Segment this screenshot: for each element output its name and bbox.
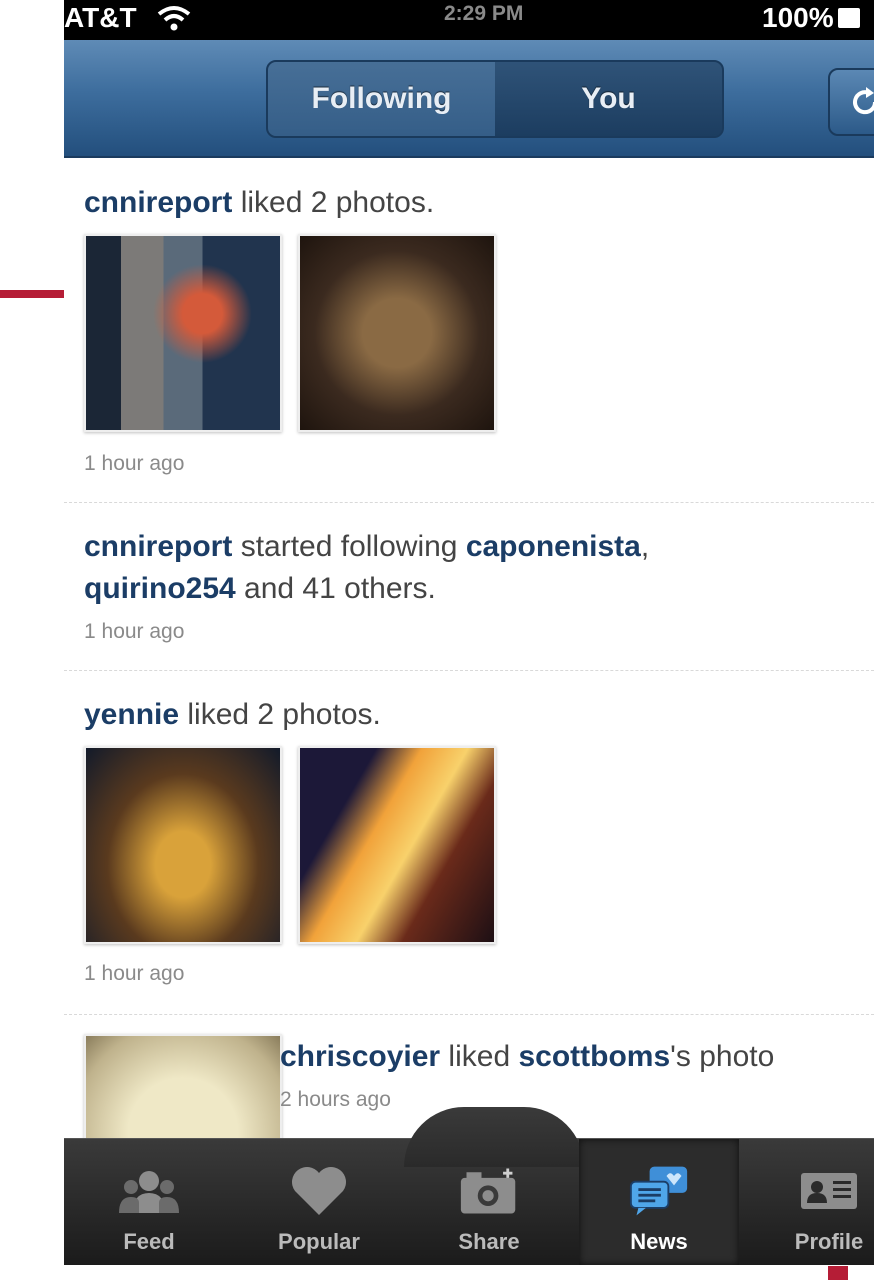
- tab-label: Popular: [278, 1229, 360, 1254]
- people-icon: [119, 1161, 179, 1221]
- tab-label: Share: [458, 1229, 520, 1254]
- timestamp: 2 hours ago: [280, 1088, 391, 1111]
- list-item[interactable]: cnnireport started following caponenista…: [64, 502, 874, 671]
- timestamp: 1 hour ago: [84, 452, 185, 475]
- speech-bubbles-icon: [629, 1161, 689, 1221]
- camera-icon: [459, 1161, 519, 1221]
- segmented-control: Following You: [266, 60, 724, 138]
- tab-label: Feed: [123, 1229, 175, 1254]
- nav-bar: Following You: [64, 40, 874, 158]
- tab-bar: Feed Popular Share News Profile: [64, 1107, 874, 1265]
- refresh-button[interactable]: [828, 68, 874, 136]
- username-link[interactable]: cnnireport: [84, 186, 232, 219]
- username-link[interactable]: quirino254: [84, 572, 236, 605]
- username-link[interactable]: scottboms: [518, 1040, 670, 1073]
- username-link[interactable]: caponenista: [466, 530, 641, 563]
- activity-text: started following: [232, 530, 466, 563]
- tab-share[interactable]: Share: [409, 1139, 569, 1265]
- carrier-label: AT&T: [64, 2, 137, 33]
- tab-profile[interactable]: Profile: [749, 1139, 874, 1265]
- heart-icon: [289, 1161, 349, 1221]
- clock: 2:29 PM: [444, 2, 524, 25]
- photo-thumbnail[interactable]: [298, 746, 496, 944]
- phone-screen: AT&T 2:29 PM 100% Following You cnnirepo…: [64, 0, 874, 1280]
- wifi-icon: [157, 6, 190, 31]
- tab-following[interactable]: Following: [268, 62, 495, 136]
- tab-news[interactable]: News: [579, 1139, 739, 1265]
- username-link[interactable]: chriscoyier: [280, 1040, 440, 1073]
- photo-thumbnail[interactable]: [298, 234, 496, 432]
- battery-icon: [837, 8, 860, 28]
- list-item[interactable]: cnnireport liked 2 photos. 1 hour ago: [64, 158, 874, 503]
- photo-thumbnail[interactable]: [84, 746, 282, 944]
- timestamp: 1 hour ago: [84, 962, 185, 985]
- activity-text: 's photo: [670, 1040, 775, 1073]
- callout-line-left: [0, 290, 66, 298]
- username-link[interactable]: cnnireport: [84, 530, 232, 563]
- activity-text: and 41 others.: [235, 572, 436, 605]
- activity-text: liked: [440, 1040, 519, 1073]
- tab-you[interactable]: You: [495, 62, 722, 136]
- news-feed: cnnireport liked 2 photos. 1 hour ago cn…: [64, 158, 874, 1232]
- tab-popular[interactable]: Popular: [239, 1139, 399, 1265]
- timestamp: 1 hour ago: [84, 620, 185, 643]
- refresh-icon: [853, 87, 874, 115]
- photo-thumbnail[interactable]: [84, 234, 282, 432]
- list-item[interactable]: yennie liked 2 photos. 1 hour ago: [64, 670, 874, 1015]
- status-bar: AT&T 2:29 PM 100%: [64, 0, 874, 40]
- callout-line-bottom: [828, 1266, 848, 1280]
- activity-text: liked 2 photos.: [179, 698, 381, 731]
- battery-percent: 100%: [762, 2, 834, 33]
- separator: ,: [640, 530, 650, 563]
- tab-label: News: [630, 1229, 688, 1254]
- activity-text: liked 2 photos.: [232, 186, 435, 219]
- tab-feed[interactable]: Feed: [69, 1139, 229, 1265]
- tab-label: Profile: [794, 1229, 864, 1254]
- id-card-icon: [799, 1161, 859, 1221]
- username-link[interactable]: yennie: [84, 698, 179, 731]
